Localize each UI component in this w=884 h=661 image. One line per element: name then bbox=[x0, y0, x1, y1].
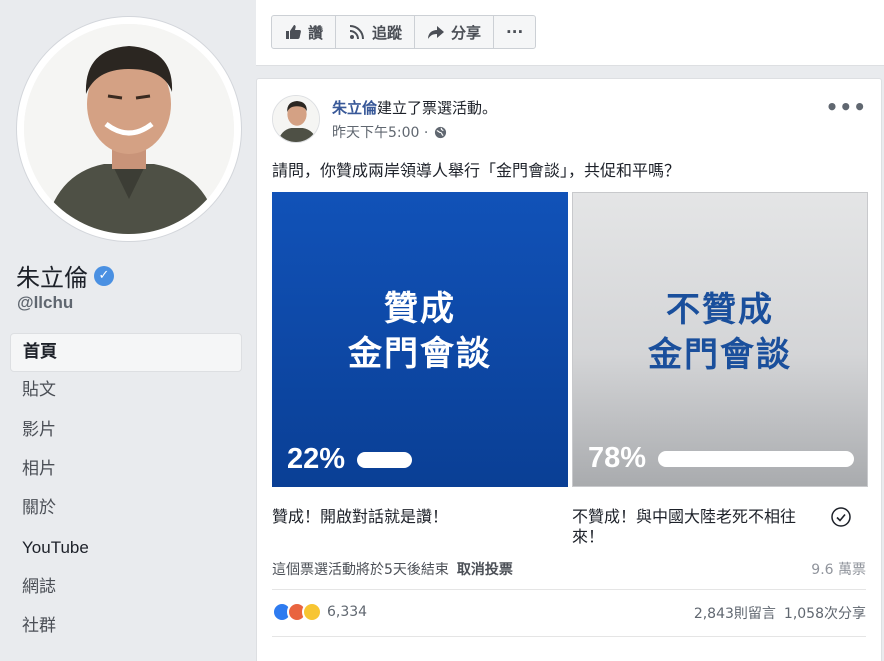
poll-option-label-agree[interactable]: 贊成！開啟對話就是讚！ bbox=[272, 507, 562, 527]
ellipsis-icon: ··· bbox=[506, 23, 524, 41]
post-more-icon[interactable]: ••• bbox=[826, 95, 867, 119]
poll-progress-bar bbox=[357, 452, 412, 468]
poll-option-percent: 78% bbox=[588, 442, 647, 474]
reactions-summary[interactable]: 6,334 bbox=[272, 602, 367, 622]
page-action-buttons: 讚 追蹤 分享 ··· bbox=[271, 15, 537, 49]
poll-question: 請問，你贊成兩岸領導人舉行「金門會談」，共促和平嗎？ bbox=[272, 161, 681, 180]
sidebar-nav: 首頁 貼文 影片 相片 關於 YouTube 網誌 社群 bbox=[10, 333, 242, 647]
divider bbox=[272, 636, 866, 637]
post-timestamp[interactable]: 昨天下午5:00 · bbox=[332, 122, 428, 142]
divider bbox=[272, 589, 866, 590]
globe-icon bbox=[435, 126, 447, 138]
sidebar-item-home[interactable]: 首頁 bbox=[10, 333, 242, 373]
vote-check-icon[interactable] bbox=[830, 506, 852, 528]
poll-end-notice: 這個票選活動將於5天後結束 bbox=[272, 562, 449, 578]
follow-button[interactable]: 追蹤 bbox=[336, 16, 416, 48]
profile-avatar[interactable] bbox=[24, 24, 234, 234]
share-label: 分享 bbox=[451, 23, 482, 42]
poll-option-percent: 22% bbox=[287, 443, 346, 475]
post-header: 朱立倫建立了票選活動。 bbox=[332, 97, 497, 118]
option-title-line1: 贊成 bbox=[384, 289, 456, 329]
poll-option-title: 不贊成 金門會談 bbox=[573, 288, 867, 378]
poll-option-agree[interactable]: 贊成 金門會談 22% bbox=[272, 192, 568, 487]
rss-icon bbox=[349, 25, 365, 40]
more-options-button[interactable]: ··· bbox=[494, 16, 535, 48]
sidebar-item-community[interactable]: 社群 bbox=[10, 608, 242, 647]
comments-count-link[interactable]: 2,843則留言 bbox=[694, 606, 776, 622]
page-name-text: 朱立倫 bbox=[16, 264, 88, 292]
cancel-vote-link[interactable]: 取消投票 bbox=[457, 562, 513, 578]
like-page-button[interactable]: 讚 bbox=[272, 16, 337, 48]
verified-badge-icon: ✓ bbox=[94, 265, 114, 286]
sidebar-item-blog[interactable]: 網誌 bbox=[10, 569, 242, 608]
poll-post: 朱立倫建立了票選活動。 昨天下午5:00 · ••• 請問，你贊成兩岸領導人舉行… bbox=[256, 78, 882, 661]
post-author-avatar[interactable] bbox=[272, 95, 320, 143]
post-author-link[interactable]: 朱立倫 bbox=[332, 99, 377, 117]
follow-label: 追蹤 bbox=[372, 23, 403, 42]
sidebar-item-posts[interactable]: 貼文 bbox=[10, 372, 242, 411]
sidebar-item-youtube[interactable]: YouTube bbox=[10, 529, 242, 568]
shares-count-link[interactable]: 1,058次分享 bbox=[784, 606, 866, 622]
poll-footer: 這個票選活動將於5天後結束 取消投票 bbox=[272, 559, 513, 579]
post-meta: 昨天下午5:00 · bbox=[332, 122, 447, 142]
poll-option-label-disagree[interactable]: 不贊成！與中國大陸老死不相往來！ bbox=[572, 507, 822, 547]
poll-vote-count: 9.6 萬票 bbox=[811, 562, 866, 578]
page-title: 朱立倫 ✓ bbox=[16, 258, 114, 293]
sidebar-item-about[interactable]: 關於 bbox=[10, 490, 242, 529]
poll-option-disagree[interactable]: 不贊成 金門會談 78% bbox=[572, 192, 868, 487]
like-label: 讚 bbox=[308, 23, 324, 42]
sidebar-item-photos[interactable]: 相片 bbox=[10, 451, 242, 490]
engagement-stats: 2,843則留言 1,058次分享 bbox=[694, 603, 866, 623]
poll-progress-bar bbox=[658, 451, 854, 467]
poll-option-title: 贊成 金門會談 bbox=[272, 287, 568, 377]
sidebar-item-videos[interactable]: 影片 bbox=[10, 412, 242, 451]
option-title-line2: 金門會談 bbox=[648, 335, 792, 375]
option-title-line1: 不贊成 bbox=[666, 290, 774, 330]
page-action-bar: 讚 追蹤 分享 ··· bbox=[256, 0, 884, 66]
share-button[interactable]: 分享 bbox=[415, 16, 495, 48]
reaction-count: 6,334 bbox=[327, 604, 368, 620]
share-arrow-icon bbox=[428, 26, 445, 39]
post-action-text: 建立了票選活動。 bbox=[377, 99, 498, 117]
haha-reaction-icon bbox=[302, 602, 322, 622]
page-handle[interactable]: @llchu bbox=[17, 293, 73, 313]
option-title-line2: 金門會談 bbox=[348, 334, 492, 374]
thumbs-up-icon bbox=[286, 25, 301, 39]
